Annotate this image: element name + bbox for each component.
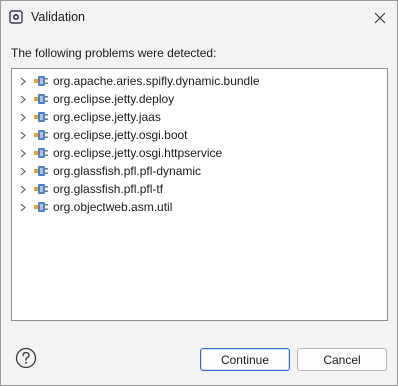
tree-item[interactable]: org.eclipse.jetty.osgi.httpservice [12,144,387,162]
tree-item-label: org.eclipse.jetty.deploy [53,92,175,106]
plugin-icon [34,130,48,140]
eclipse-icon [9,10,23,24]
continue-button[interactable]: Continue [200,348,290,371]
problems-message: The following problems were detected: [11,46,217,60]
tree-item-label: org.eclipse.jetty.osgi.boot [53,128,188,142]
validation-dialog: Validation The following problems were d… [0,0,398,386]
tree-item[interactable]: org.eclipse.jetty.deploy [12,90,387,108]
tree-item[interactable]: org.eclipse.jetty.jaas [12,108,387,126]
problems-tree[interactable]: org.apache.aries.spifly.dynamic.bundle or… [11,68,388,321]
chevron-right-icon[interactable] [19,149,27,158]
plugin-icon [34,166,48,176]
close-button[interactable] [367,5,393,31]
tree-item-label: org.glassfish.pfl.pfl-dynamic [53,164,202,178]
tree-item-label: org.apache.aries.spifly.dynamic.bundle [53,74,260,88]
close-icon [374,12,386,24]
chevron-right-icon[interactable] [19,77,27,86]
tree-item[interactable]: org.glassfish.pfl.pfl-dynamic [12,162,387,180]
tree-item-label: org.eclipse.jetty.osgi.httpservice [53,146,223,160]
tree-item-label: org.eclipse.jetty.jaas [53,110,161,124]
tree-item[interactable]: org.objectweb.asm.util [12,198,387,216]
plugin-icon [34,94,48,104]
tree-item-label: org.objectweb.asm.util [53,200,173,214]
chevron-right-icon[interactable] [19,95,27,104]
tree-item[interactable]: org.eclipse.jetty.osgi.boot [12,126,387,144]
plugin-icon [34,184,48,194]
help-icon [15,347,37,369]
tree-item[interactable]: org.apache.aries.spifly.dynamic.bundle [12,72,387,90]
window-title: Validation [31,10,85,24]
plugin-icon [34,148,48,158]
title-bar[interactable]: Validation [1,1,397,35]
chevron-right-icon[interactable] [19,131,27,140]
chevron-right-icon[interactable] [19,203,27,212]
tree-item[interactable]: org.glassfish.pfl.pfl-tf [12,180,387,198]
help-button[interactable] [15,347,37,369]
chevron-right-icon[interactable] [19,113,27,122]
tree-item-label: org.glassfish.pfl.pfl-tf [53,182,164,196]
chevron-right-icon[interactable] [19,167,27,176]
plugin-icon [34,112,48,122]
cancel-button[interactable]: Cancel [297,348,387,371]
plugin-icon [34,202,48,212]
chevron-right-icon[interactable] [19,185,27,194]
plugin-icon [34,76,48,86]
